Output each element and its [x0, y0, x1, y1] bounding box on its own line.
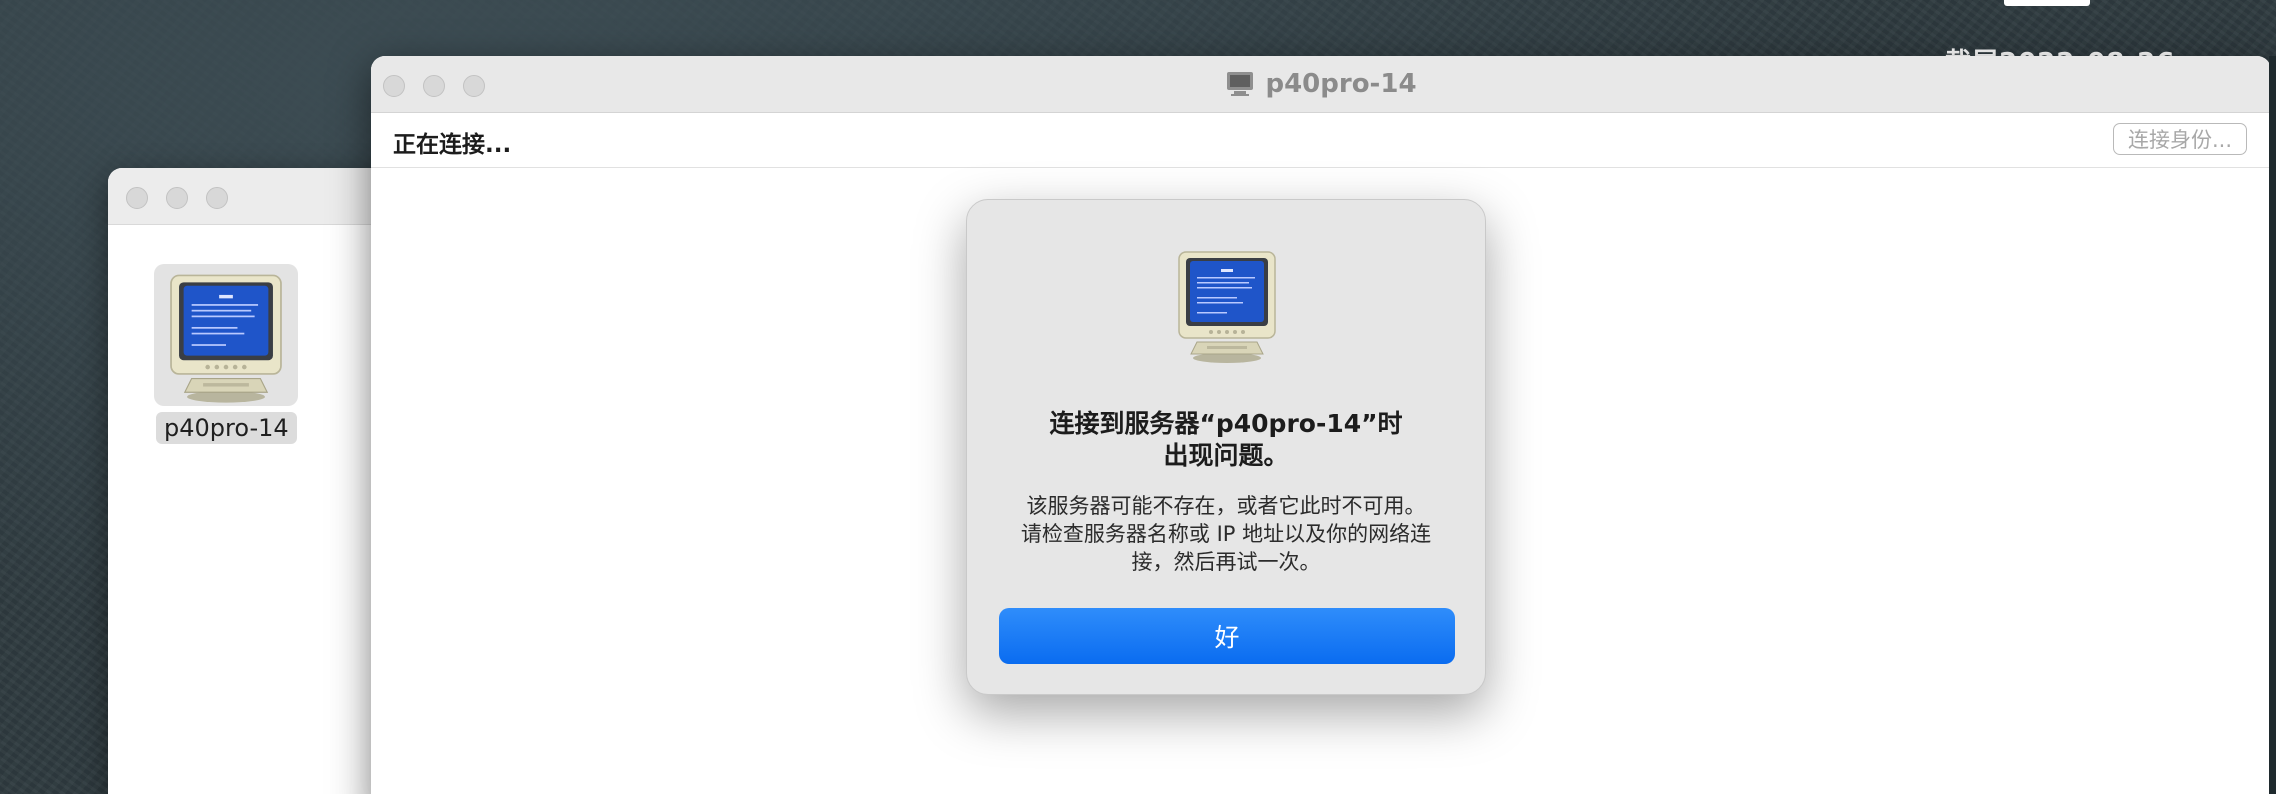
zoom-button[interactable] — [206, 187, 228, 209]
dialog-title: 连接到服务器“p40pro-14”时 出现问题。 — [987, 408, 1465, 472]
dialog-message: 该服务器可能不存在，或者它此时不可用。 请检查服务器名称或 IP 地址以及你的网… — [1001, 492, 1451, 576]
connection-status: 正在连接... — [393, 132, 512, 158]
connect-as-button[interactable]: 连接身份... — [2113, 123, 2247, 155]
dialog-message-line: 请检查服务器名称或 IP 地址以及你的网络连 — [1020, 522, 1432, 546]
dialog-title-line: 连接到服务器“p40pro-14”时 — [1049, 409, 1403, 438]
finder-titlebar — [108, 168, 408, 225]
close-button[interactable] — [126, 187, 148, 209]
desktop-background: 截屏2022-08-26 — [0, 0, 2276, 794]
dialog-title-line: 出现问题。 — [1163, 441, 1289, 470]
window-title-text: p40pro-14 — [1265, 69, 1417, 99]
monitor-icon — [1227, 72, 1254, 96]
server-item[interactable] — [154, 264, 298, 406]
server-item-label[interactable]: p40pro-14 — [156, 412, 297, 444]
minimize-button[interactable] — [166, 187, 188, 209]
ok-button[interactable]: 好 — [999, 608, 1455, 664]
dialog-message-line: 接，然后再试一次。 — [1131, 550, 1321, 574]
background-window-edge — [2269, 56, 2276, 794]
monitor-icon — [1178, 251, 1276, 363]
connection-error-dialog: 连接到服务器“p40pro-14”时 出现问题。 该服务器可能不存在，或者它此时… — [966, 199, 1486, 695]
window-toolbar: 正在连接... 连接身份... — [371, 113, 2271, 168]
monitor-icon — [170, 274, 282, 403]
menu-bar-fragment — [2004, 0, 2090, 6]
window-titlebar: p40pro-14 — [371, 56, 2271, 113]
finder-window: p40pro-14 — [108, 168, 408, 794]
window-title: p40pro-14 — [371, 56, 2271, 112]
dialog-message-line: 该服务器可能不存在，或者它此时不可用。 — [1026, 494, 1426, 518]
